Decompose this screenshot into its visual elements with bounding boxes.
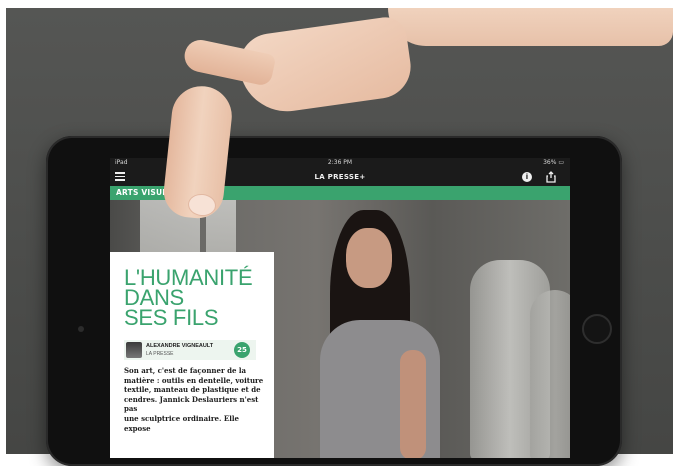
- article-headline: L'HUMANITÉ DANS SES FILS: [124, 267, 274, 330]
- body-line: textile, manteau de plastique et de: [124, 385, 261, 395]
- share-icon[interactable]: [546, 171, 556, 183]
- author-org: LA PRESSE: [146, 351, 174, 357]
- woman-face: [346, 228, 392, 288]
- body-line: une sculptrice ordinaire. Elle expose: [124, 413, 239, 433]
- author-name: ALEXANDRE VIGNEAULT: [146, 343, 214, 349]
- byline: ALEXANDRE VIGNEAULT LA PRESSE 25: [124, 340, 256, 360]
- comment-count-badge[interactable]: 25: [234, 342, 250, 358]
- article-card[interactable]: L'HUMANITÉ DANS SES FILS ALEXANDRE VIGNE…: [110, 252, 274, 458]
- headline-line: SES FILS: [124, 305, 219, 330]
- camera-icon: [78, 326, 84, 332]
- body-line: cendres. Jannick Deslauriers n'est pas: [124, 394, 259, 414]
- home-button[interactable]: [582, 314, 612, 344]
- hanging-dress: [530, 290, 570, 458]
- battery-percent: 36%: [543, 159, 557, 166]
- woman-arm: [400, 350, 426, 458]
- body-line: matière : outils en dentelle, voiture: [124, 375, 264, 385]
- article-body: Son art, c'est de façonner de la matière…: [124, 366, 266, 433]
- hand-arm: [388, 8, 673, 46]
- battery-icon: ▭: [558, 159, 564, 166]
- body-line: Son art, c'est de façonner de la: [124, 366, 247, 375]
- info-icon[interactable]: i: [522, 172, 532, 182]
- battery-status: 36% ▭: [543, 158, 564, 168]
- author-avatar: [126, 342, 142, 358]
